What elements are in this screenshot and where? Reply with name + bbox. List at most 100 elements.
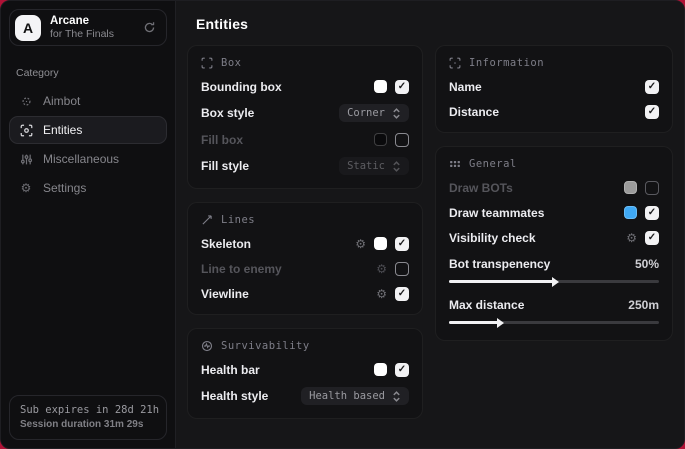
brand-title: Arcane <box>50 15 134 28</box>
brand-card: A Arcane for The Finals <box>9 9 167 46</box>
gear-icon[interactable]: ⚙ <box>376 288 387 300</box>
section-survivability-header: Survivability <box>201 340 409 352</box>
check-icon: ✓ <box>398 82 406 92</box>
check-icon: ✓ <box>398 289 406 299</box>
line-icon <box>201 214 213 226</box>
bot-transparency-slider[interactable] <box>449 277 659 286</box>
sidebar-item-aimbot[interactable]: Aimbot <box>9 87 167 115</box>
row-draw-bots: Draw BOTs <box>449 180 659 195</box>
unfold-icon <box>392 391 401 402</box>
color-swatch[interactable] <box>374 237 387 250</box>
info-scan-icon <box>449 57 461 69</box>
color-swatch[interactable] <box>374 363 387 376</box>
row-draw-teammates: Draw teammates ✓ <box>449 205 659 220</box>
crosshair-icon <box>19 95 33 108</box>
gear-icon[interactable]: ⚙ <box>626 232 637 244</box>
check-icon: ✓ <box>648 208 656 218</box>
row-bounding-box: Bounding box ✓ <box>201 79 409 94</box>
bot-transparency-value: 50% <box>635 257 659 271</box>
section-general: General Draw BOTs Draw teammates ✓ <box>435 146 673 341</box>
box-style-dropdown[interactable]: Corner <box>339 104 409 122</box>
right-column: Information Name ✓ Distance ✓ <box>435 45 673 341</box>
checkbox[interactable] <box>395 262 409 276</box>
check-icon: ✓ <box>398 239 406 249</box>
row-skeleton: Skeleton ⚙ ✓ <box>201 236 409 251</box>
row-fill-style: Fill style Static <box>201 157 409 175</box>
section-lines-header: Lines <box>201 214 409 226</box>
left-column: Box Bounding box ✓ Box style Corner <box>187 45 423 419</box>
sliders-icon <box>19 153 33 166</box>
max-distance-slider[interactable] <box>449 318 659 327</box>
sidebar-item-settings[interactable]: ⚙ Settings <box>9 174 167 202</box>
gear-icon[interactable]: ⚙ <box>355 238 366 250</box>
color-swatch[interactable] <box>374 80 387 93</box>
check-icon: ✓ <box>648 82 656 92</box>
row-box-style: Box style Corner <box>201 104 409 122</box>
sub-expires-text: Sub expires in 28d 21h <box>20 404 156 416</box>
section-box-header: Box <box>201 57 409 69</box>
slider-thumb[interactable] <box>497 318 504 328</box>
main-panel: Entities Box Bounding box <box>176 1 685 448</box>
check-icon: ✓ <box>648 233 656 243</box>
checkbox[interactable]: ✓ <box>395 237 409 251</box>
color-swatch[interactable] <box>624 181 637 194</box>
subscription-info: Sub expires in 28d 21h Session duration … <box>9 395 167 440</box>
checkbox[interactable]: ✓ <box>645 80 659 94</box>
checkbox[interactable]: ✓ <box>645 105 659 119</box>
max-distance-value: 250m <box>628 298 659 312</box>
checkbox[interactable]: ✓ <box>395 80 409 94</box>
section-general-header: General <box>449 158 659 170</box>
sidebar-item-label: Settings <box>43 181 86 195</box>
content: Box Bounding box ✓ Box style Corner <box>176 45 685 433</box>
checkbox[interactable] <box>645 181 659 195</box>
sidebar: A Arcane for The Finals Category Aimbot <box>1 1 176 448</box>
scan-eye-icon <box>19 124 33 137</box>
sidebar-nav: Aimbot Entities Miscella <box>1 87 175 202</box>
checkbox[interactable]: ✓ <box>645 206 659 220</box>
color-swatch[interactable] <box>624 206 637 219</box>
main-header: Entities <box>176 1 685 45</box>
section-survivability: Survivability Health bar ✓ Health style … <box>187 328 423 419</box>
section-information: Information Name ✓ Distance ✓ <box>435 45 673 133</box>
slider-thumb[interactable] <box>552 277 559 287</box>
check-icon: ✓ <box>398 365 406 375</box>
unfold-icon <box>392 161 401 172</box>
checkbox[interactable]: ✓ <box>395 287 409 301</box>
brand-logo: A <box>15 15 41 41</box>
unfold-icon <box>392 108 401 119</box>
fill-style-dropdown[interactable]: Static <box>339 157 409 175</box>
bot-transparency-group: Bot transpenency 50% <box>449 257 659 286</box>
grid-icon <box>449 158 461 170</box>
gear-icon[interactable]: ⚙ <box>376 263 387 275</box>
sidebar-item-label: Entities <box>43 123 82 137</box>
checkbox[interactable]: ✓ <box>395 363 409 377</box>
row-viewline: Viewline ⚙ ✓ <box>201 286 409 301</box>
section-box: Box Bounding box ✓ Box style Corner <box>187 45 423 189</box>
category-label: Category <box>16 67 175 79</box>
heart-pulse-icon <box>201 340 213 352</box>
checkbox[interactable]: ✓ <box>645 231 659 245</box>
section-information-header: Information <box>449 57 659 69</box>
check-icon: ✓ <box>648 107 656 117</box>
sidebar-item-miscellaneous[interactable]: Miscellaneous <box>9 145 167 173</box>
app-window: A Arcane for The Finals Category Aimbot <box>0 0 685 449</box>
health-style-dropdown[interactable]: Health based <box>301 387 409 405</box>
row-distance: Distance ✓ <box>449 104 659 119</box>
sidebar-item-entities[interactable]: Entities <box>9 116 167 144</box>
row-health-bar: Health bar ✓ <box>201 362 409 377</box>
row-name: Name ✓ <box>449 79 659 94</box>
max-distance-group: Max distance 250m <box>449 298 659 327</box>
row-line-to-enemy: Line to enemy ⚙ <box>201 261 409 276</box>
refresh-icon[interactable] <box>143 21 156 34</box>
row-fill-box: Fill box <box>201 132 409 147</box>
gear-icon: ⚙ <box>19 181 33 195</box>
section-lines: Lines Skeleton ⚙ ✓ Line to enemy ⚙ <box>187 202 423 315</box>
row-visibility-check: Visibility check ⚙ ✓ <box>449 230 659 245</box>
page-title: Entities <box>196 16 248 32</box>
box-corners-icon <box>201 57 213 69</box>
checkbox[interactable] <box>395 133 409 147</box>
row-health-style: Health style Health based <box>201 387 409 405</box>
session-duration-text: Session duration 31m 29s <box>20 419 156 430</box>
brand-subtitle: for The Finals <box>50 28 134 40</box>
color-swatch[interactable] <box>374 133 387 146</box>
